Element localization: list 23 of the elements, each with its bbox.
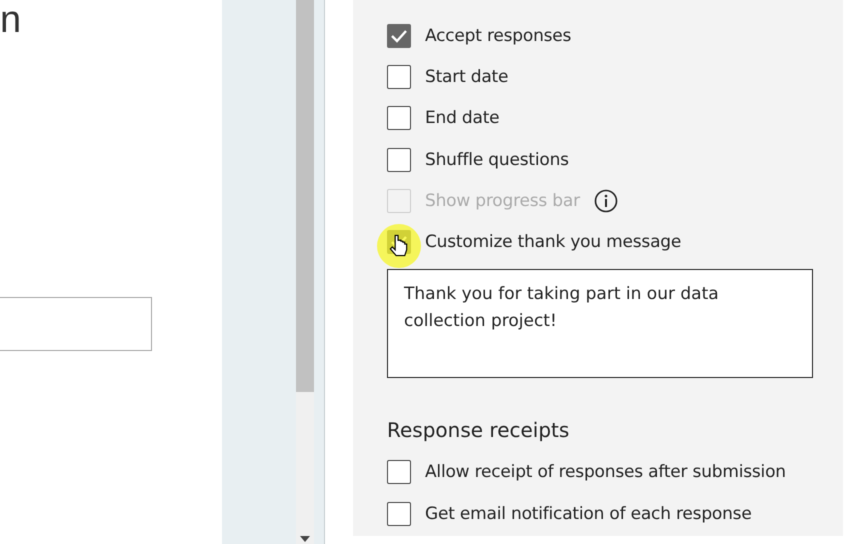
- option-label: Get email notification of each response: [425, 504, 752, 524]
- message-textarea[interactable]: Thank you for taking part in our data collection project!: [387, 268, 813, 378]
- option-label: Accept responses: [425, 26, 572, 46]
- form-title: n: [0, 0, 22, 40]
- checkbox[interactable]: [387, 106, 411, 130]
- option-label: Show progress bar: [425, 190, 580, 211]
- checkbox[interactable]: [387, 460, 411, 484]
- option-label: Allow receipt of responses after submission: [425, 462, 786, 482]
- input-field[interactable]: [0, 297, 152, 351]
- scrollbar-thumb[interactable]: [296, 0, 314, 392]
- option-label: End date: [425, 108, 500, 128]
- section-heading: Response receipts: [387, 418, 570, 444]
- checkbox[interactable]: [387, 148, 411, 172]
- option-label: Customize thank you message: [425, 232, 682, 252]
- option-label: Shuffle questions: [425, 150, 569, 170]
- scrollbar[interactable]: [296, 0, 314, 544]
- cursor-highlight-icon: [377, 224, 421, 268]
- checkbox[interactable]: [387, 24, 411, 48]
- option-label: Start date: [425, 66, 508, 87]
- checkbox[interactable]: [387, 64, 411, 89]
- checkbox[interactable]: [387, 502, 411, 526]
- scroll-down-icon[interactable]: [300, 536, 310, 542]
- check-icon: [390, 28, 408, 43]
